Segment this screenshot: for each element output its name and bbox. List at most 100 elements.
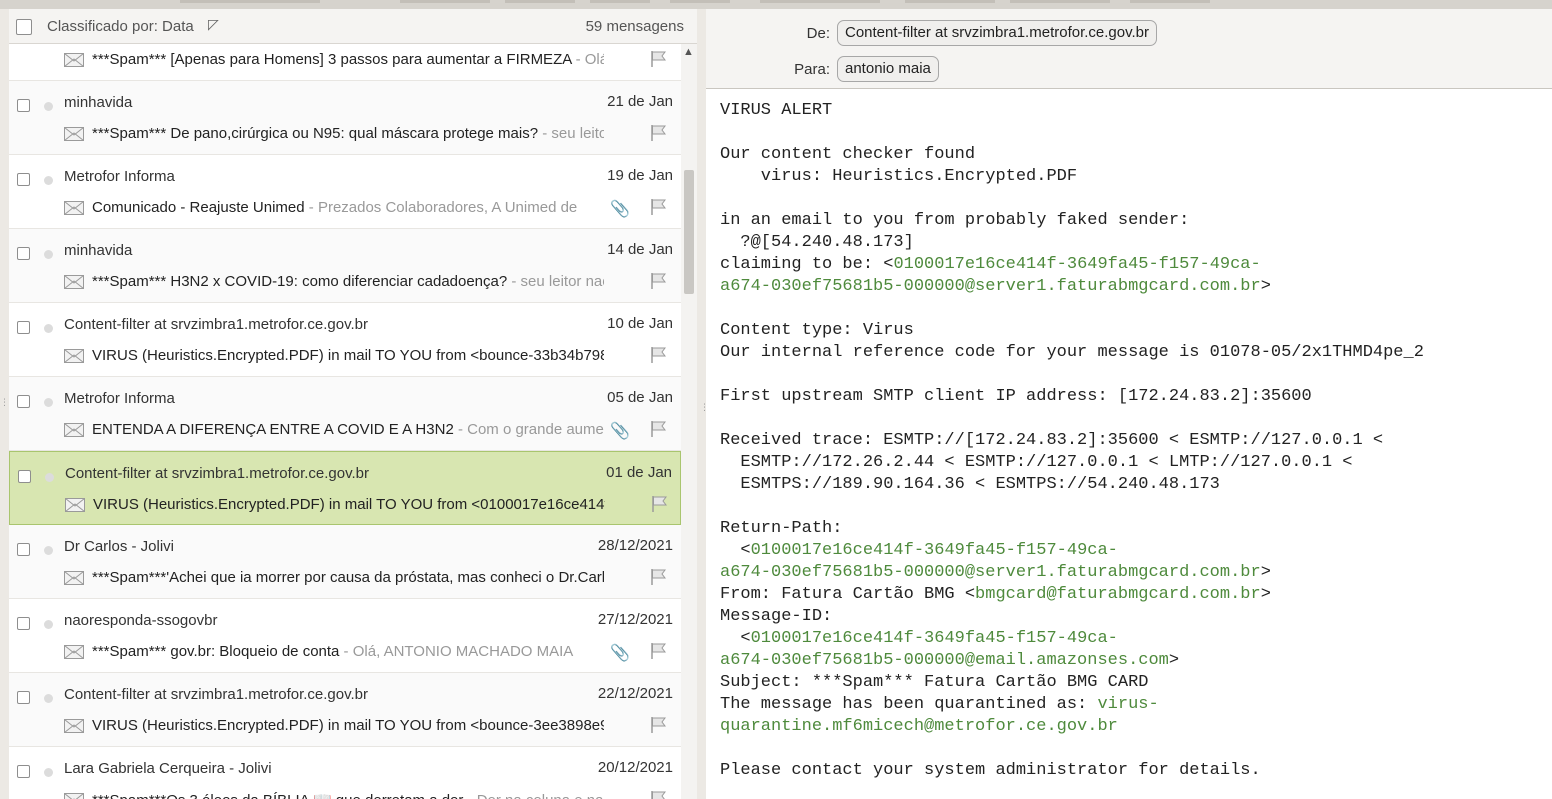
read-status-dot[interactable] (44, 250, 53, 259)
row-checkbox[interactable] (17, 247, 30, 260)
flag-icon[interactable] (650, 495, 668, 513)
list-item[interactable]: Metrofor Informa 05 de Jan ENTENDA A DIFER… (9, 377, 681, 451)
email-link[interactable]: 0100017e16ce414f-3649fa45-f157-49ca- (893, 255, 1260, 274)
list-item[interactable]: Lara Gabriela Cerqueira - Jolivi 20/12/20… (9, 747, 681, 799)
scrollbar-thumb[interactable] (684, 170, 694, 294)
body-line: ESMTPS://189.90.164.36 < ESMTPS://54.240… (720, 475, 1220, 494)
message-sender: minhavida (64, 94, 133, 111)
email-link[interactable]: a674-030ef75681b5-000000@server1.faturab… (720, 277, 1261, 296)
read-status-dot[interactable] (44, 768, 53, 777)
body-line: < (720, 629, 751, 648)
message-subject: ***Spam*** De pano,cirúrgica ou N95: qua… (92, 125, 604, 142)
row-checkbox[interactable] (18, 470, 31, 483)
list-item[interactable]: Content-filter at srvzimbra1.metrofor.ce… (9, 673, 681, 747)
row-checkbox[interactable] (17, 395, 30, 408)
body-line: Our content checker found (720, 145, 976, 164)
scroll-up-icon[interactable]: ▲ (683, 46, 694, 58)
attachment-icon: 📎 (610, 423, 630, 440)
message-sender: minhavida (64, 242, 133, 259)
email-link[interactable]: quarantine.mf6micech@metrofor.ce.gov.br (720, 717, 1118, 736)
message-list-scrollbar[interactable]: ▲ (681, 44, 697, 799)
body-line: in an email to you from probably faked s… (720, 211, 1190, 230)
list-item[interactable]: Content-filter at srvzimbra1.metrofor.ce… (9, 451, 681, 525)
flag-icon[interactable] (649, 716, 667, 734)
message-sender: Content-filter at srvzimbra1.metrofor.ce… (64, 316, 368, 333)
message-date: 14 de Jan (607, 241, 673, 258)
email-link[interactable]: a674-030ef75681b5-000000@email.amazonses… (720, 651, 1169, 670)
subject-text: Comunicado - Reajuste Unimed (92, 199, 305, 216)
email-link[interactable]: bmgcard@faturabmgcard.com.br (975, 585, 1261, 604)
email-link[interactable]: 0100017e16ce414f-3649fa45-f157-49ca- (751, 541, 1118, 560)
reading-pane: De: Content-filter at srvzimbra1.metrofo… (706, 9, 1552, 799)
flag-icon[interactable] (649, 272, 667, 290)
flag-icon[interactable] (649, 50, 667, 68)
list-item[interactable]: Dr Carlos - Jolivi 28/12/2021 ***Spam***'A… (9, 525, 681, 599)
row-checkbox[interactable] (17, 173, 30, 186)
from-address-pill[interactable]: Content-filter at srvzimbra1.metrofor.ce… (837, 20, 1157, 46)
flag-icon[interactable] (649, 346, 667, 364)
to-address-pill[interactable]: antonio maia (837, 56, 939, 82)
read-status-dot[interactable] (44, 398, 53, 407)
flag-icon[interactable] (649, 198, 667, 216)
row-checkbox[interactable] (17, 99, 30, 112)
flag-icon[interactable] (649, 568, 667, 586)
message-subject: ***Spam*** [Apenas para Homens] 3 passos… (92, 51, 604, 68)
message-date: 27/12/2021 (597, 611, 673, 628)
body-line: The message has been quarantined as: (720, 695, 1098, 714)
envelope-icon (64, 719, 84, 733)
body-line: < (720, 541, 751, 560)
body-line: claiming to be: < (720, 255, 894, 274)
envelope-icon (65, 498, 85, 512)
message-sender: Lara Gabriela Cerqueira - Jolivi (64, 760, 272, 777)
list-item[interactable]: minhavida 21 de Jan ***Spam*** De pano,cir… (9, 81, 681, 155)
message-date: 20/12/2021 (597, 759, 673, 776)
preview-text: - Olá, ANTONIO MACHADO MAIA (339, 643, 574, 660)
read-status-dot[interactable] (44, 102, 53, 111)
select-all-checkbox[interactable] (16, 19, 32, 35)
subject-text: VIRUS (Heuristics.Encrypted.PDF) in mail… (92, 717, 604, 734)
sort-direction-icon[interactable]: ◸ (208, 16, 219, 33)
preview-text: - Olá, (575, 51, 604, 68)
pane-splitter[interactable]: ⋮ (697, 9, 709, 799)
subject-text: VIRUS (Heuristics.Encrypted.PDF) in mail… (93, 496, 605, 513)
read-status-dot[interactable] (44, 546, 53, 555)
body-line: First upstream SMTP client IP address: [… (720, 387, 1312, 406)
envelope-icon (64, 53, 84, 67)
subject-text: ***Spam***'Achei que ia morrer por causa… (92, 569, 604, 586)
flag-icon[interactable] (649, 420, 667, 438)
list-item[interactable]: Content-filter at srvzimbra1.metrofor.ce… (9, 303, 681, 377)
row-checkbox[interactable] (17, 543, 30, 556)
left-splitter-grip[interactable]: ⋮ (0, 398, 9, 407)
body-line: > (1168, 651, 1180, 670)
message-sender: naoresponda-ssogovbr (64, 612, 218, 629)
list-item[interactable]: naoresponda-ssogovbr 27/12/2021 ***Spam***… (9, 599, 681, 673)
subject-text: ENTENDA A DIFERENÇA ENTRE A COVID E A H3… (92, 421, 454, 438)
flag-icon[interactable] (649, 790, 667, 799)
read-status-dot[interactable] (44, 176, 53, 185)
body-line: Please contact your system administrator… (720, 761, 1261, 780)
row-checkbox[interactable] (17, 691, 30, 704)
flag-icon[interactable] (649, 124, 667, 142)
row-checkbox[interactable] (17, 617, 30, 630)
message-date: 19 de Jan (607, 167, 673, 184)
read-status-dot[interactable] (44, 620, 53, 629)
list-item[interactable]: ***Spam*** [Apenas para Homens] 3 passos… (9, 44, 681, 81)
email-link[interactable]: a674-030ef75681b5-000000@server1.faturab… (720, 563, 1261, 582)
read-status-dot[interactable] (44, 324, 53, 333)
flag-icon[interactable] (649, 642, 667, 660)
list-item[interactable]: minhavida 14 de Jan ***Spam*** H3N2 x COVI… (9, 229, 681, 303)
email-link[interactable]: 0100017e16ce414f-3649fa45-f157-49ca- (751, 629, 1118, 648)
message-date: 05 de Jan (607, 389, 673, 406)
list-item[interactable]: Metrofor Informa 19 de Jan Comunicado - Re… (9, 155, 681, 229)
envelope-icon (64, 275, 84, 289)
read-status-dot[interactable] (45, 473, 54, 482)
preview-text: - Com o grande aume (453, 421, 604, 438)
envelope-icon (64, 423, 84, 437)
row-checkbox[interactable] (17, 321, 30, 334)
email-link[interactable]: virus- (1097, 695, 1158, 714)
preview-text: - seu leitor (542, 125, 604, 142)
sort-label[interactable]: Classificado por: Data (47, 18, 194, 35)
read-status-dot[interactable] (44, 694, 53, 703)
preview-text: - seu leitor nao (507, 273, 604, 290)
row-checkbox[interactable] (17, 765, 30, 778)
